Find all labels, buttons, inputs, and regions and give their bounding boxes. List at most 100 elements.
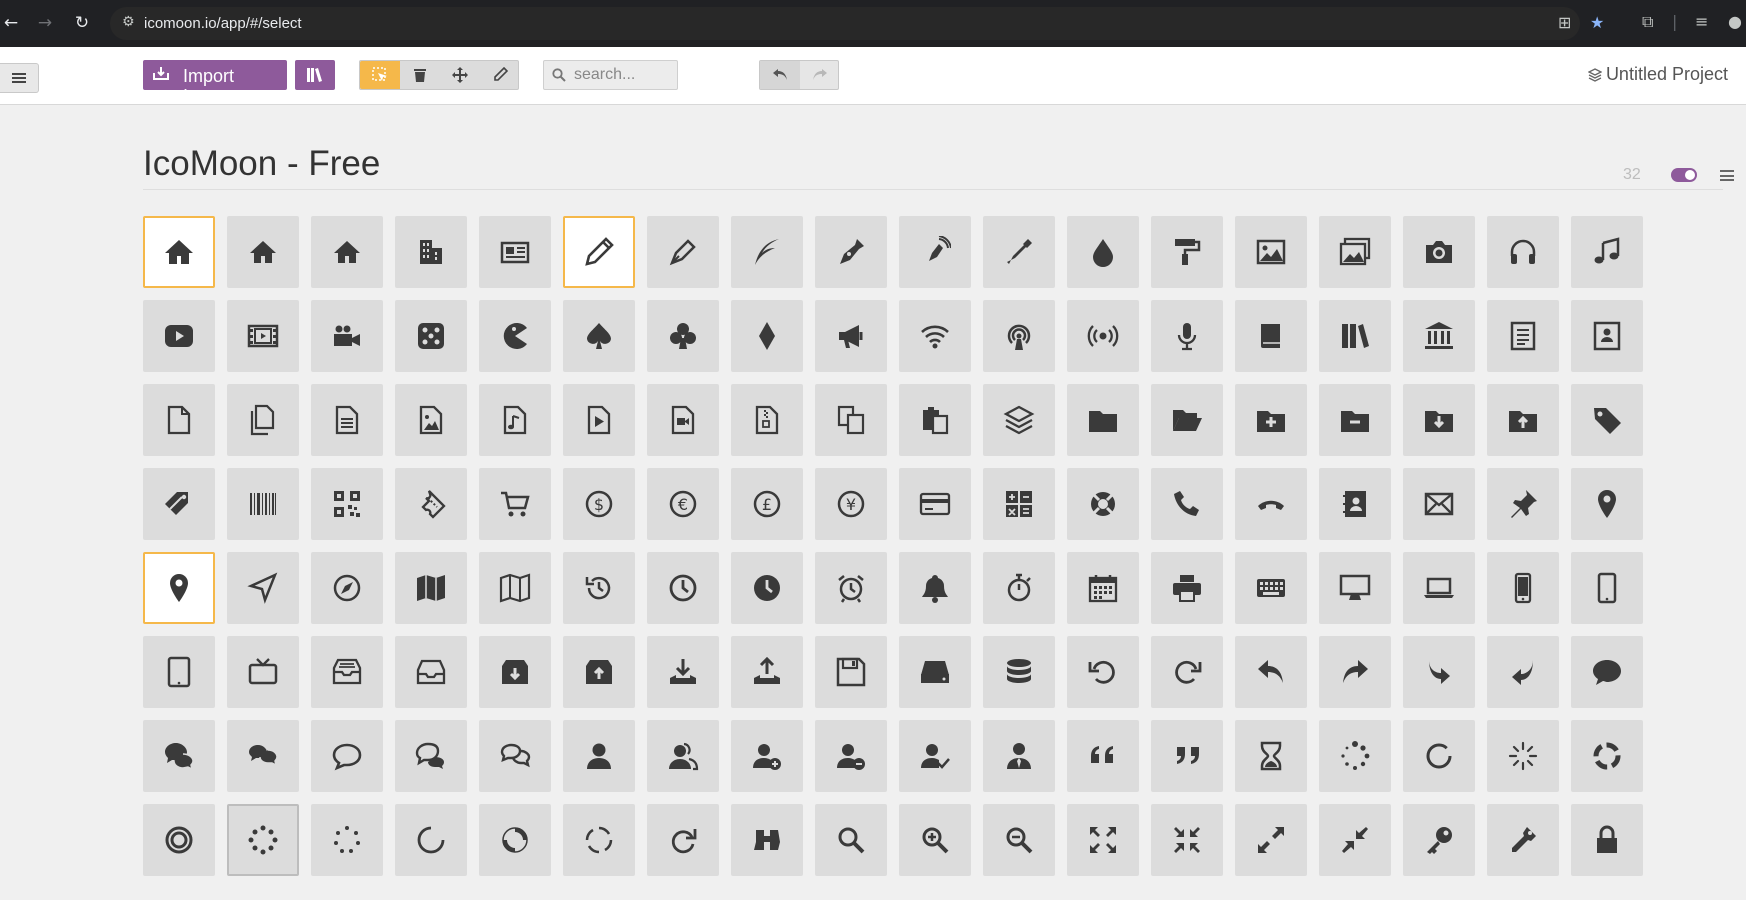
icon-tile-spinner5[interactable] [143, 804, 215, 876]
icon-tile-tablet[interactable] [143, 636, 215, 708]
icon-tile-headphones[interactable] [1487, 216, 1559, 288]
icon-tile-file-music[interactable] [479, 384, 551, 456]
icon-tile-feed[interactable] [1067, 300, 1139, 372]
icon-tile-diamonds[interactable] [731, 300, 803, 372]
icon-tile-mobile[interactable] [1487, 552, 1559, 624]
search-input[interactable] [574, 65, 672, 85]
icon-tile-stack[interactable] [983, 384, 1055, 456]
icon-tile-lifebuoy[interactable] [1067, 468, 1139, 540]
icon-tile-droplet[interactable] [1067, 216, 1139, 288]
icon-tile-shrink[interactable] [1151, 804, 1223, 876]
icon-tile-images[interactable] [1319, 216, 1391, 288]
icon-tile-spinner10[interactable] [563, 804, 635, 876]
icon-tile-pacman[interactable] [479, 300, 551, 372]
icon-tile-spinner2[interactable] [1403, 720, 1475, 792]
icon-tile-home[interactable] [143, 216, 215, 288]
icon-tile-home3[interactable] [311, 216, 383, 288]
icon-tile-drawer2[interactable] [395, 636, 467, 708]
icon-tile-pushpin[interactable] [1487, 468, 1559, 540]
icon-tile-user-plus[interactable] [731, 720, 803, 792]
icon-tile-drawer[interactable] [311, 636, 383, 708]
icon-tile-clock2[interactable] [731, 552, 803, 624]
icon-tile-redo2[interactable] [1319, 636, 1391, 708]
icon-tile-mic[interactable] [1151, 300, 1223, 372]
icon-tile-spinner8[interactable] [395, 804, 467, 876]
address-bar[interactable]: ⚙ icomoon.io/app/#/select ⊞ ★ [110, 7, 1604, 40]
icon-tile-forward[interactable] [1403, 636, 1475, 708]
icon-tile-folder-minus[interactable] [1319, 384, 1391, 456]
icon-tile-enlarge[interactable] [1067, 804, 1139, 876]
icon-tile-bubbles2[interactable] [227, 720, 299, 792]
icon-tile-file-zip[interactable] [731, 384, 803, 456]
icon-tile-pencil[interactable] [563, 216, 635, 288]
icon-tile-bubbles[interactable] [143, 720, 215, 792]
icon-tile-coin-pound[interactable]: £ [731, 468, 803, 540]
icon-tile-tv[interactable] [227, 636, 299, 708]
icon-tile-bubbles4[interactable] [479, 720, 551, 792]
icon-tile-price-tags[interactable] [143, 468, 215, 540]
icon-tile-quotes-left[interactable] [1067, 720, 1139, 792]
icon-tile-map[interactable] [395, 552, 467, 624]
icon-tile-redo[interactable] [1151, 636, 1223, 708]
site-settings-icon[interactable]: ⚙ [122, 14, 135, 30]
icon-tile-user-minus[interactable] [815, 720, 887, 792]
icon-library-button[interactable] [295, 60, 335, 90]
icon-tile-clubs[interactable] [647, 300, 719, 372]
icon-tile-compass[interactable] [227, 552, 299, 624]
icon-tile-file-play[interactable] [563, 384, 635, 456]
icon-tile-paint-format[interactable] [1151, 216, 1223, 288]
reload-icon[interactable]: ↻ [71, 12, 93, 34]
icon-tile-coin-yen[interactable]: ¥ [815, 468, 887, 540]
icon-tile-printer[interactable] [1151, 552, 1223, 624]
icon-tile-drive[interactable] [899, 636, 971, 708]
icon-tile-home2[interactable] [227, 216, 299, 288]
bookmark-star-icon[interactable]: ★ [1590, 13, 1604, 32]
icon-tile-keyboard[interactable] [1235, 552, 1307, 624]
icon-tile-podcast[interactable] [983, 300, 1055, 372]
icon-tile-box-add[interactable] [479, 636, 551, 708]
select-tool-button[interactable] [360, 61, 400, 89]
icon-tile-office[interactable] [395, 216, 467, 288]
icon-tile-hour-glass[interactable] [1235, 720, 1307, 792]
icon-tile-spinner7[interactable] [311, 804, 383, 876]
icon-tile-spinner9[interactable] [479, 804, 551, 876]
icon-tile-qrcode[interactable] [311, 468, 383, 540]
icon-tile-camera[interactable] [1403, 216, 1475, 288]
icon-tile-folder-plus[interactable] [1235, 384, 1307, 456]
extensions-icon[interactable]: ⧉ [1642, 12, 1653, 32]
icon-tile-enlarge2[interactable] [1235, 804, 1307, 876]
icon-tile-phone[interactable] [1151, 468, 1223, 540]
icon-tile-spinner[interactable] [1319, 720, 1391, 792]
translate-icon[interactable]: ⊞ [1558, 13, 1571, 32]
icon-tile-map2[interactable] [479, 552, 551, 624]
back-arrow-icon[interactable]: ← [0, 12, 22, 34]
icon-tile-quill[interactable] [731, 216, 803, 288]
icon-tile-library[interactable] [1403, 300, 1475, 372]
icon-tile-history[interactable] [563, 552, 635, 624]
icon-tile-folder-upload[interactable] [1487, 384, 1559, 456]
icon-tile-alarm[interactable] [815, 552, 887, 624]
icon-tile-upload[interactable] [731, 636, 803, 708]
icon-tile-reply[interactable] [1487, 636, 1559, 708]
icon-tile-user[interactable] [563, 720, 635, 792]
icon-tile-zoom-in[interactable] [899, 804, 971, 876]
icon-tile-mobile2[interactable] [1571, 552, 1643, 624]
delete-tool-button[interactable] [400, 61, 440, 89]
icon-tile-book[interactable] [1235, 300, 1307, 372]
profile-icon[interactable]: ● [1728, 12, 1742, 31]
icon-tile-newspaper[interactable] [479, 216, 551, 288]
icon-tile-film[interactable] [227, 300, 299, 372]
icon-tile-key2[interactable] [1487, 804, 1559, 876]
icon-tile-files-empty[interactable] [227, 384, 299, 456]
icon-tile-phone-hang-up[interactable] [1235, 468, 1307, 540]
icon-tile-folder-open[interactable] [1151, 384, 1223, 456]
icon-tile-folder-download[interactable] [1403, 384, 1475, 456]
icon-tile-coin-dollar[interactable]: $ [563, 468, 635, 540]
icon-tile-calendar[interactable] [1067, 552, 1139, 624]
forward-arrow-icon[interactable]: → [34, 12, 56, 34]
icon-tile-barcode[interactable] [227, 468, 299, 540]
icon-tile-database[interactable] [983, 636, 1055, 708]
icon-tile-undo2[interactable] [1235, 636, 1307, 708]
icon-tile-key[interactable] [1403, 804, 1475, 876]
media-controls-icon[interactable]: ≡ [1695, 12, 1708, 31]
